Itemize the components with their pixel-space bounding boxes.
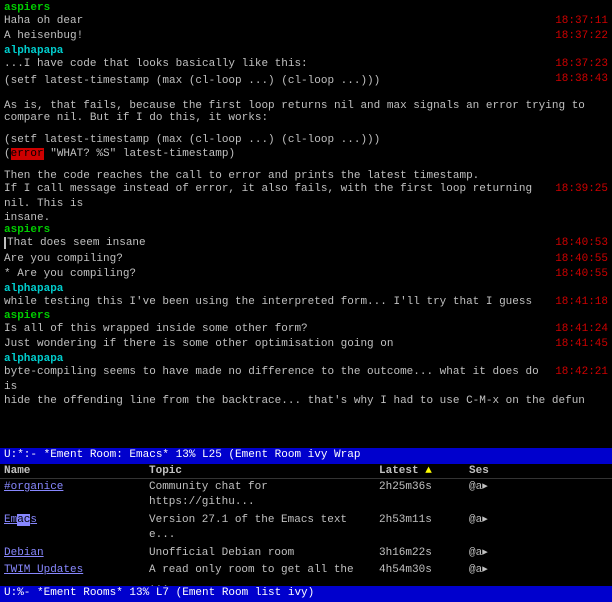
- room-name[interactable]: TWIM Updates: [4, 563, 149, 586]
- col-ses-header: Ses: [469, 465, 509, 477]
- chat-line: compare nil. But if I do this, it works:: [4, 112, 608, 124]
- chat-line: * Are you compiling? 18:40:55: [4, 267, 608, 282]
- sort-arrow: ▲: [425, 465, 432, 477]
- list-item[interactable]: TWIM Updates A read only room to get all…: [0, 562, 612, 586]
- room-latest: 3h16m22s: [379, 546, 469, 561]
- room-latest: 4h54m30s: [379, 563, 469, 586]
- username: alphapapa: [4, 353, 63, 365]
- room-name[interactable]: Debian: [4, 546, 149, 561]
- room-name[interactable]: Emacs: [4, 513, 149, 544]
- chat-line: As is, that fails, because the first loo…: [4, 100, 608, 112]
- chat-line: (setf latest-timestamp (max (cl-loop ...…: [4, 72, 608, 91]
- chat-line: Are you compiling? 18:40:55: [4, 252, 608, 267]
- message-block: aspiers Is all of this wrapped inside so…: [4, 310, 608, 353]
- room-topic: Version 27.1 of the Emacs text e...: [149, 513, 379, 544]
- col-name-header: Name: [4, 465, 149, 477]
- username: aspiers: [4, 310, 50, 322]
- room-ses: @a▸: [469, 480, 509, 511]
- room-name[interactable]: #organice: [4, 480, 149, 511]
- chat-line: byte-compiling seems to have made no dif…: [4, 365, 608, 396]
- message-block: alphapapa ...I have code that looks basi…: [4, 45, 608, 92]
- room-topic: Unofficial Debian room: [149, 546, 379, 561]
- col-latest-header: Latest ▲: [379, 465, 469, 477]
- room-ses: @a▸: [469, 563, 509, 586]
- chat-line: ...I have code that looks basically like…: [4, 57, 608, 72]
- chat-line: A heisenbug! 18:37:22: [4, 29, 608, 44]
- list-item[interactable]: Emacs Version 27.1 of the Emacs text e..…: [0, 512, 612, 545]
- username: aspiers: [4, 224, 50, 236]
- room-link[interactable]: Em: [4, 514, 17, 526]
- status-bar-1-text: U:*:- *Ement Room: Emacs* 13% L25 (Ement…: [4, 449, 360, 461]
- message-continuation: Then the code reaches the call to error …: [4, 170, 608, 225]
- status-bar-2-text: U:%- *Ement Rooms* 13% L7 (Ement Room li…: [4, 587, 314, 599]
- message-block: alphapapa while testing this I've been u…: [4, 283, 608, 310]
- chat-line: If I call message instead of error, it a…: [4, 182, 608, 213]
- room-latest: 2h25m36s: [379, 480, 469, 511]
- chat-line: while testing this I've been using the i…: [4, 295, 608, 310]
- chat-line: Then the code reaches the call to error …: [4, 170, 608, 182]
- username: alphapapa: [4, 45, 63, 57]
- col-topic-header: Topic: [149, 465, 379, 477]
- chat-line: Just wondering if there is some other op…: [4, 337, 608, 352]
- room-list-header: Name Topic Latest ▲ Ses: [0, 464, 612, 479]
- room-topic: A read only room to get all the ...: [149, 563, 379, 586]
- code-line: (setf latest-timestamp (max (cl-loop ...…: [4, 134, 608, 146]
- chat-area: aspiers Haha oh dear 18:37:11 A heisenbu…: [0, 0, 612, 448]
- chat-line: Haha oh dear 18:37:11: [4, 14, 608, 29]
- username: alphapapa: [4, 283, 63, 295]
- room-list: Name Topic Latest ▲ Ses #organice Commun…: [0, 464, 612, 586]
- status-bar-1: U:*:- *Ement Room: Emacs* 13% L25 (Ement…: [0, 448, 612, 464]
- chat-line: hide the offending line from the backtra…: [4, 395, 608, 407]
- message-block: aspiers That does seem insane 18:40:53 A…: [4, 224, 608, 282]
- code-section: (setf latest-timestamp (max (cl-loop ...…: [4, 134, 608, 160]
- list-item[interactable]: #organice Community chat for https://git…: [0, 479, 612, 512]
- message-block: aspiers Haha oh dear 18:37:11 A heisenbu…: [4, 2, 608, 45]
- chat-line: insane.: [4, 212, 608, 224]
- chat-line: That does seem insane 18:40:53: [4, 236, 608, 251]
- message-block: alphapapa byte-compiling seems to have m…: [4, 353, 608, 408]
- username: aspiers: [4, 2, 50, 14]
- room-link[interactable]: s: [30, 514, 37, 526]
- room-name-highlighted: ac: [17, 514, 30, 526]
- room-ses: @a▸: [469, 546, 509, 561]
- list-item[interactable]: Debian Unofficial Debian room 3h16m22s @…: [0, 545, 612, 562]
- error-keyword: error: [11, 148, 44, 160]
- message-continuation: As is, that fails, because the first loo…: [4, 100, 608, 124]
- room-topic: Community chat for https://githu...: [149, 480, 379, 511]
- room-latest: 2h53m11s: [379, 513, 469, 544]
- code-line: (error "WHAT? %S" latest-timestamp): [4, 148, 608, 160]
- chat-line: Is all of this wrapped inside some other…: [4, 322, 608, 337]
- room-ses: @a▸: [469, 513, 509, 544]
